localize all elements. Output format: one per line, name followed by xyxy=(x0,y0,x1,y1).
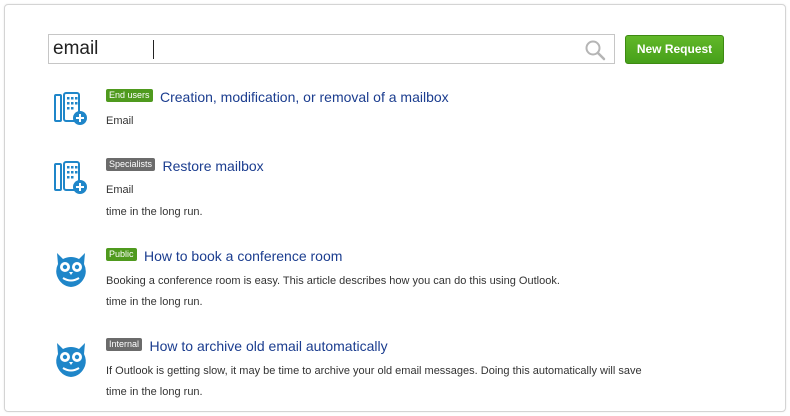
result-snippet: time in the long run. xyxy=(106,206,203,218)
search-results-panel: New Request End users Creation, modifica… xyxy=(4,4,786,412)
result-snippet: time in the long run. xyxy=(106,296,203,308)
result-title-link[interactable]: Restore mailbox xyxy=(162,158,263,174)
phone-add-icon xyxy=(54,92,87,125)
result-category: Email xyxy=(106,115,134,127)
result-snippet: Booking a conference room is easy. This … xyxy=(106,275,560,287)
text-caret xyxy=(153,40,154,59)
result-title-row: End users Creation, modification, or rem… xyxy=(106,89,449,109)
audience-badge: Public xyxy=(106,248,137,262)
audience-badge: Specialists xyxy=(106,158,156,172)
owl-icon xyxy=(56,253,86,287)
search-box[interactable] xyxy=(48,34,615,64)
result-title-row: Internal How to archive old email automa… xyxy=(106,338,388,358)
result-category: Email xyxy=(106,184,134,196)
result-title-row: Public How to book a conference room xyxy=(106,248,342,268)
owl-icon xyxy=(56,343,86,377)
result-snippet: time in the long run. xyxy=(106,386,203,398)
audience-badge: Internal xyxy=(106,338,143,352)
result-title-link[interactable]: Creation, modification, or removal of a … xyxy=(160,89,449,105)
result-title-link[interactable]: How to book a conference room xyxy=(144,248,342,264)
search-icon[interactable] xyxy=(584,39,606,61)
result-title-link[interactable]: How to archive old email automatically xyxy=(149,338,387,354)
phone-add-icon xyxy=(54,161,87,194)
result-snippet: If Outlook is getting slow, it may be ti… xyxy=(106,365,642,377)
audience-badge: End users xyxy=(106,89,153,103)
result-title-row: Specialists Restore mailbox xyxy=(106,158,264,178)
new-request-button[interactable]: New Request xyxy=(625,35,724,64)
search-input[interactable] xyxy=(49,35,579,63)
